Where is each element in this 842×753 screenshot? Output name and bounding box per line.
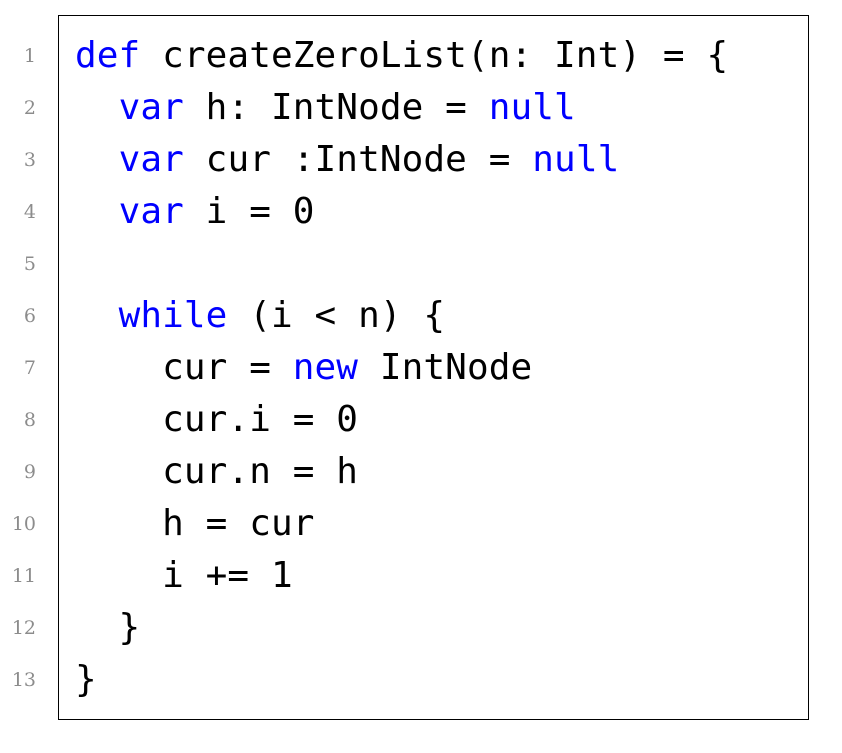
- code-text: h: IntNode =: [183, 87, 489, 128]
- code-text: (i < n) {: [227, 295, 446, 336]
- code-line: var h: IntNode = null: [75, 82, 728, 134]
- line-number: 5: [23, 253, 36, 275]
- code-line: i += 1: [75, 550, 728, 602]
- code-text: }: [75, 659, 97, 700]
- code-keyword: var: [118, 139, 184, 180]
- code-keyword: def: [75, 35, 141, 76]
- code-keyword: null: [532, 139, 620, 180]
- line-number: 2: [23, 97, 36, 119]
- code-text: cur :IntNode =: [183, 139, 533, 180]
- code-line: cur.i = 0: [75, 394, 728, 446]
- line-number: 13: [11, 669, 36, 691]
- line-number: 11: [11, 565, 36, 587]
- code-line: var i = 0: [75, 186, 728, 238]
- line-number: 4: [23, 201, 36, 223]
- line-number-gutter: 1 2 3 4 5 6 7 8 9 10 11 12 13: [0, 30, 36, 706]
- line-number: 7: [23, 357, 36, 379]
- code-line: h = cur: [75, 498, 728, 550]
- code-text: createZeroList(n: Int) = {: [140, 35, 729, 76]
- code-text: cur.n = h: [75, 451, 359, 492]
- code-line: while (i < n) {: [75, 290, 728, 342]
- code-text: cur.i = 0: [75, 399, 359, 440]
- code-keyword: var: [118, 191, 184, 232]
- code-line: }: [75, 654, 728, 706]
- line-number: 12: [11, 617, 36, 639]
- code-text: cur =: [75, 347, 293, 388]
- code-text: i = 0: [183, 191, 315, 232]
- code-line: var cur :IntNode = null: [75, 134, 728, 186]
- line-number: 3: [23, 149, 36, 171]
- code-line: }: [75, 602, 728, 654]
- code-text: i += 1: [75, 555, 293, 596]
- code-keyword: null: [488, 87, 576, 128]
- code-keyword: while: [118, 295, 228, 336]
- line-number: 9: [23, 461, 36, 483]
- code-keyword: new: [292, 347, 359, 388]
- code-keyword: var: [118, 87, 184, 128]
- code-line: cur.n = h: [75, 446, 728, 498]
- line-number: 1: [23, 45, 36, 67]
- line-number: 8: [23, 409, 36, 431]
- code-text: IntNode: [358, 347, 533, 388]
- code-text: }: [75, 607, 141, 648]
- code-listing: 1 2 3 4 5 6 7 8 9 10 11 12 13 def createZeroList(n: …: [0, 0, 842, 753]
- code-line: cur = new IntNode: [75, 342, 728, 394]
- code-line: def createZeroList(n: Int) = {: [75, 30, 728, 82]
- line-number: 10: [11, 513, 36, 535]
- line-number: 6: [23, 305, 36, 327]
- code-body: def createZeroList(n: Int) = { var h: In…: [75, 30, 728, 706]
- code-text: h = cur: [75, 503, 315, 544]
